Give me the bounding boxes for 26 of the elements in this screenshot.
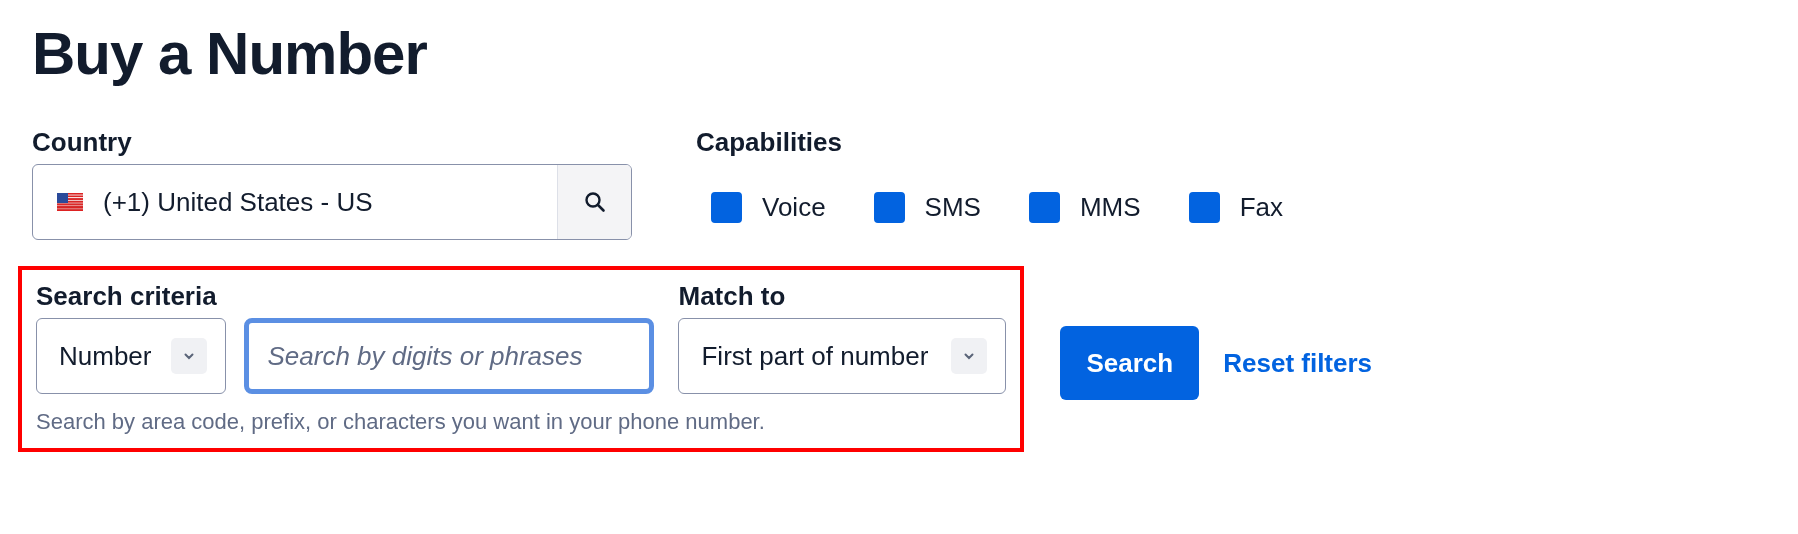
- search-icon: [583, 191, 606, 213]
- search-input[interactable]: Search by digits or phrases: [244, 318, 655, 394]
- reset-filters-link[interactable]: Reset filters: [1223, 347, 1373, 379]
- chevron-down-icon: [951, 338, 988, 374]
- page-title: Buy a Number: [32, 19, 428, 89]
- field-label: Search criteria: [36, 280, 218, 312]
- checkbox[interactable]: [1028, 192, 1060, 223]
- match-dropdown[interactable]: First part of number: [678, 318, 1007, 394]
- search-icon-button[interactable]: [557, 165, 631, 239]
- field-label: Match to: [678, 280, 787, 312]
- country-value: (+1) United States - US: [103, 186, 373, 218]
- checkbox[interactable]: [1188, 192, 1220, 223]
- checkbox-label: MMS: [1079, 192, 1141, 223]
- checkbox-label: SMS: [924, 192, 981, 223]
- search-button[interactable]: Search: [1060, 326, 1200, 400]
- checkbox-label: Voice: [762, 192, 826, 223]
- criteria-dropdown[interactable]: Number: [36, 318, 227, 394]
- group-label: Capabilities: [696, 126, 843, 158]
- checkbox[interactable]: [873, 192, 905, 223]
- field-label: Country: [32, 126, 133, 158]
- helper-text: Search by area code, prefix, or characters you want in your phone number.: [36, 408, 766, 436]
- checkbox-label: Fax: [1239, 192, 1283, 223]
- country-field[interactable]: (+1) United States - US: [32, 164, 632, 240]
- chevron-down-icon: [171, 338, 208, 374]
- checkbox[interactable]: [711, 192, 742, 223]
- flag-icon: [57, 193, 83, 211]
